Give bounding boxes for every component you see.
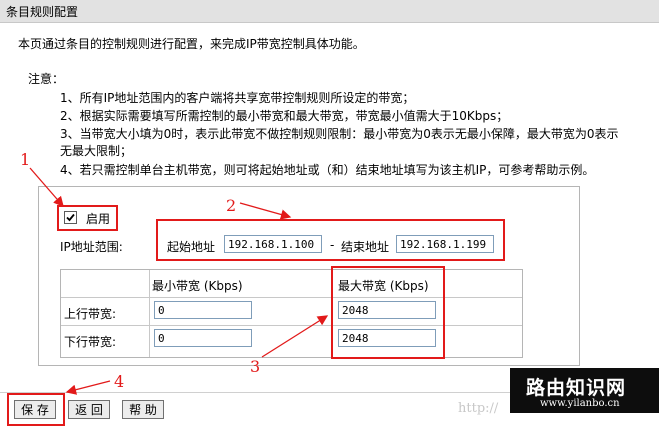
arrow-4 [65,380,111,395]
arrow-1 [29,167,64,207]
arrow-3 [261,315,329,358]
arrow-2 [239,202,292,220]
annotation-arrows [29,167,329,395]
